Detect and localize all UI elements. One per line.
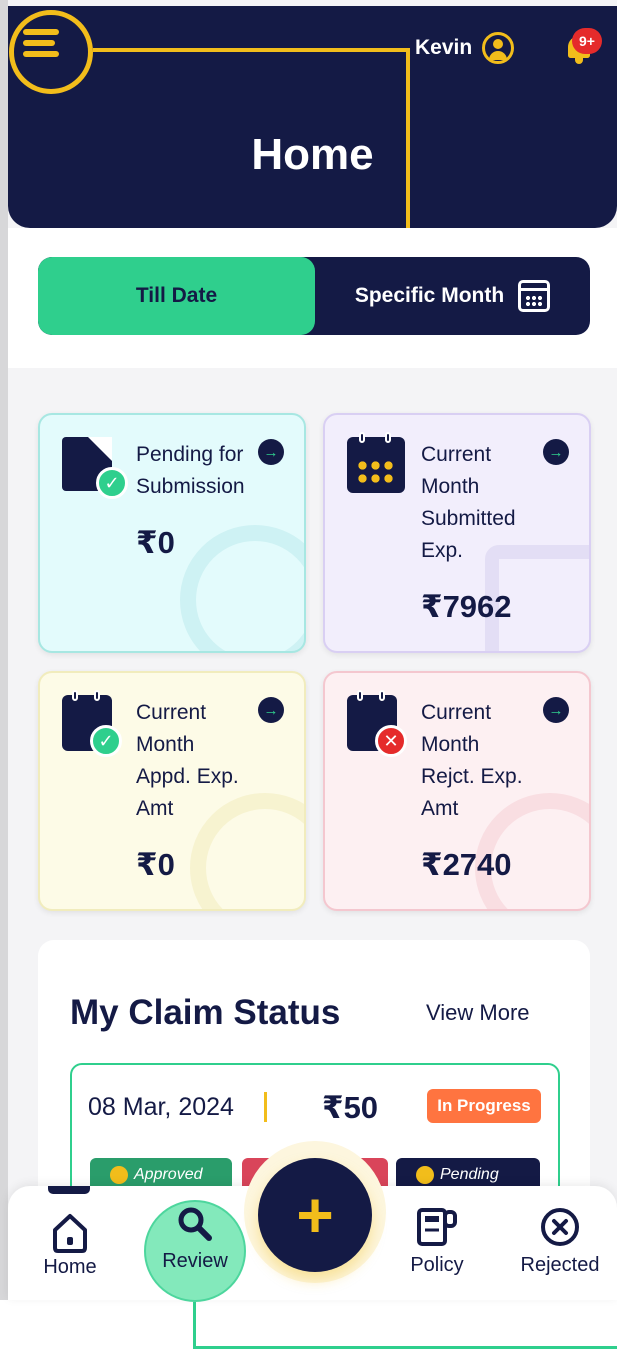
card-label: Current Month Rejct. Exp. Amt (421, 701, 523, 820)
specific-month-tab[interactable]: Specific Month (315, 257, 590, 335)
nav-home-label: Home (43, 1256, 97, 1278)
arrow-right-icon[interactable]: → (258, 697, 284, 723)
nav-rejected-label: Rejected (520, 1254, 600, 1276)
calendar-check-icon: ✓ (62, 690, 122, 757)
home-icon (53, 1214, 87, 1253)
page-title: Home (251, 130, 374, 179)
menu-highlight-ring (9, 10, 93, 94)
divider (264, 1092, 267, 1122)
arrow-right-icon[interactable]: → (258, 439, 284, 465)
card-label: Current Month Appd. Exp. Amt (136, 701, 239, 820)
add-button[interactable]: + (258, 1158, 372, 1272)
pending-document-icon: ✓ (62, 437, 128, 499)
card-value: ₹2740 (421, 847, 512, 882)
arrow-right-icon[interactable]: → (543, 697, 569, 723)
tutorial-guide-line (93, 48, 409, 52)
policy-icon (417, 1208, 457, 1246)
specific-month-label: Specific Month (354, 284, 505, 307)
rupee-icon (416, 1166, 434, 1184)
nav-home[interactable]: Home (38, 1210, 102, 1279)
header (8, 6, 617, 228)
rupee-watermark-icon (180, 525, 304, 651)
tutorial-guide-line (193, 1302, 196, 1348)
close-circle-icon (541, 1208, 579, 1246)
tutorial-guide-line (193, 1346, 617, 1349)
user-name: Kevin (415, 36, 473, 59)
calendar-cross-icon: ✕ (347, 690, 407, 757)
date-range-toggle: Till Date Specific Month (38, 257, 590, 335)
submitted-expense-card[interactable]: Current Month Submitted Exp. ₹7962 → (323, 413, 591, 653)
claim-date: 08 Mar, 2024 (88, 1093, 234, 1121)
pending-submission-card[interactable]: ✓ Pending for Submission ₹0 → (38, 413, 306, 653)
status-badge: In Progress (427, 1089, 541, 1123)
card-value: ₹0 (136, 525, 175, 560)
calendar-icon (347, 432, 405, 493)
view-more-link[interactable]: View More (426, 1000, 530, 1026)
nav-review[interactable]: Review (150, 1204, 240, 1273)
card-value: ₹7962 (421, 589, 512, 624)
calendar-icon (518, 280, 551, 312)
nav-policy[interactable]: Policy (400, 1206, 474, 1277)
user-avatar-icon (482, 32, 515, 64)
arrow-right-icon[interactable]: → (543, 439, 569, 465)
search-icon (178, 1207, 212, 1241)
user-profile[interactable]: Kevin (415, 32, 515, 64)
card-label: Current Month Submitted Exp. (421, 443, 516, 562)
rupee-icon (110, 1166, 128, 1184)
till-date-tab[interactable]: Till Date (38, 257, 315, 335)
claim-status-title: My Claim Status (70, 993, 341, 1032)
approved-expense-card[interactable]: ✓ Current Month Appd. Exp. Amt ₹0 → (38, 671, 306, 911)
window-edge (0, 0, 8, 1300)
notification-badge: 9+ (572, 28, 602, 54)
active-tab-indicator (48, 1186, 90, 1194)
card-value: ₹0 (136, 847, 175, 882)
card-label: Pending for Submission (136, 443, 245, 498)
nav-rejected[interactable]: Rejected (512, 1206, 608, 1277)
nav-policy-label: Policy (410, 1254, 464, 1276)
rejected-expense-card[interactable]: ✕ Current Month Rejct. Exp. Amt ₹2740 → (323, 671, 591, 911)
claim-amount: ₹50 (322, 1090, 379, 1125)
nav-review-label: Review (162, 1250, 228, 1272)
